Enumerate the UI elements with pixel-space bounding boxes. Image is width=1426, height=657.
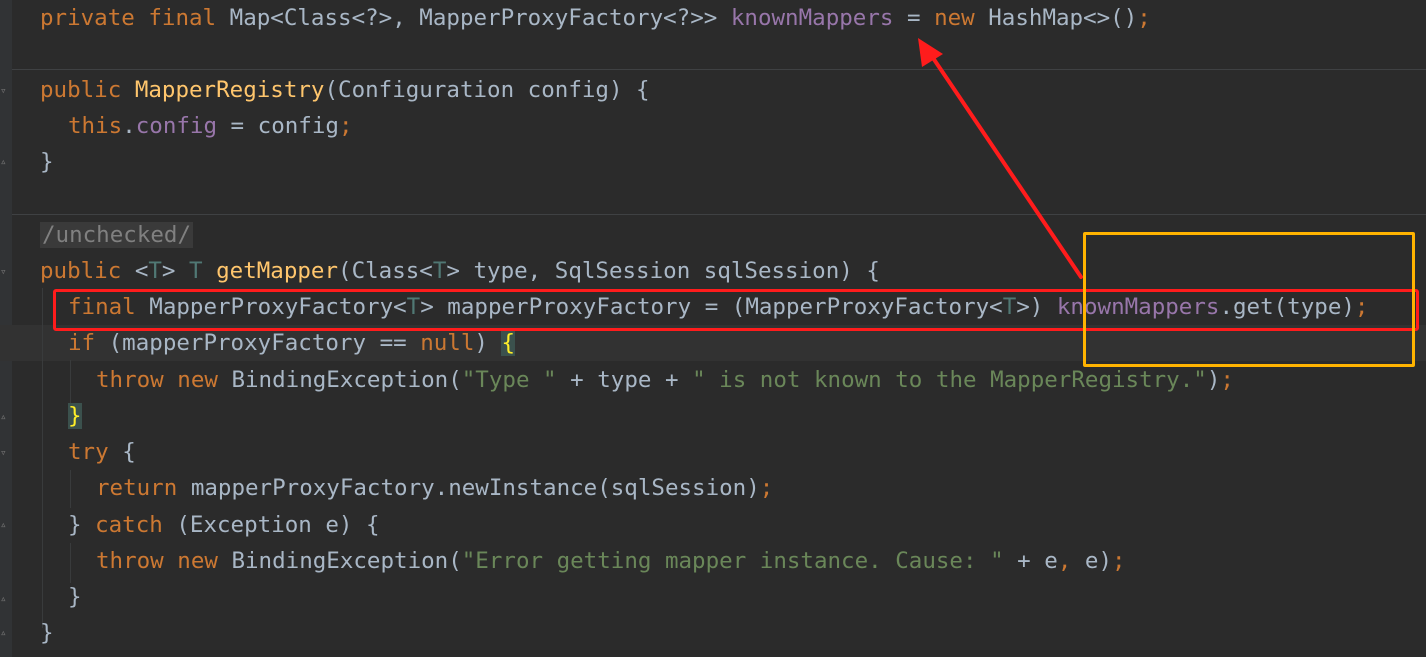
- annotation-arrow: [918, 38, 1083, 279]
- code-editor[interactable]: ▿ ▵ ▿ ▿ ▵ ▿ ▵ ▵ ▵ private final Map<Clas…: [0, 0, 1426, 657]
